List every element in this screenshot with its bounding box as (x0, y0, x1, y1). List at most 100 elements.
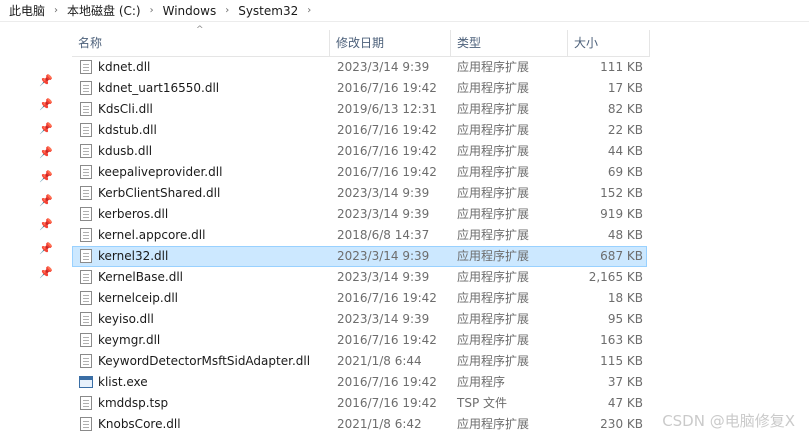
file-row[interactable]: KernelBase.dll 2023/3/14 9:39 应用程序扩展 2,165 … (72, 267, 647, 288)
dll-file-icon (80, 81, 92, 95)
file-size: 2,165 KB (588, 270, 643, 284)
file-row[interactable]: kdusb.dll 2016/7/16 19:42 应用程序扩展 44 KB (72, 141, 647, 162)
file-date: 2016/7/16 19:42 (337, 165, 437, 179)
file-name: kdnet_uart16550.dll (98, 81, 220, 95)
dll-file-icon (80, 354, 92, 368)
file-row[interactable]: keyiso.dll 2023/3/14 9:39 应用程序扩展 95 KB (72, 309, 647, 330)
dll-file-icon (80, 333, 92, 347)
dll-file-icon (80, 417, 92, 431)
file-size: 919 KB (600, 207, 643, 221)
file-date: 2023/3/14 9:39 (337, 60, 430, 74)
file-type: 应用程序扩展 (457, 354, 530, 368)
breadcrumb-system32[interactable]: System32 (235, 4, 301, 18)
column-header-type[interactable]: 类型 (451, 30, 567, 56)
file-name: KerbClientShared.dll (98, 186, 221, 200)
file-type: 应用程序扩展 (457, 228, 530, 242)
file-date: 2023/3/14 9:39 (337, 249, 430, 263)
pin-icon: 📌 (39, 122, 53, 135)
file-date: 2016/7/16 19:42 (337, 144, 437, 158)
file-date: 2023/3/14 9:39 (337, 312, 430, 326)
chevron-right-icon[interactable]: › (301, 5, 317, 16)
file-row-selected[interactable]: kernel32.dll 2023/3/14 9:39 应用程序扩展 687 KB (72, 246, 647, 267)
file-size: 687 KB (600, 249, 643, 263)
file-type: 应用程序扩展 (457, 312, 530, 326)
dll-file-icon (80, 207, 92, 221)
file-row[interactable]: kdnet.dll 2023/3/14 9:39 应用程序扩展 111 KB (72, 57, 647, 78)
file-row[interactable]: klist.exe 2016/7/16 19:42 应用程序 37 KB (72, 372, 647, 393)
file-size: 22 KB (607, 123, 643, 137)
file-row[interactable]: kernel.appcore.dll 2018/6/8 14:37 应用程序扩展 48… (72, 225, 647, 246)
tsp-file-icon (80, 396, 92, 410)
file-row[interactable]: KnobsCore.dll 2021/1/8 6:42 应用程序扩展 230 KB (72, 414, 647, 435)
file-name: KdsCli.dll (98, 102, 153, 116)
file-date: 2018/6/8 14:37 (337, 228, 430, 242)
pin-icon: 📌 (39, 98, 53, 111)
file-row[interactable]: KdsCli.dll 2019/6/13 12:31 应用程序扩展 82 KB (72, 99, 647, 120)
dll-file-icon (80, 165, 92, 179)
pin-icon: 📌 (39, 146, 53, 159)
column-header-date[interactable]: 修改日期 (330, 30, 450, 56)
chevron-right-icon[interactable]: › (48, 5, 64, 16)
file-size: 152 KB (600, 186, 643, 200)
file-type: 应用程序扩展 (457, 417, 530, 431)
dll-file-icon (80, 102, 92, 116)
file-size: 17 KB (607, 81, 643, 95)
file-row[interactable]: kmddsp.tsp 2016/7/16 19:42 TSP 文件 47 KB (72, 393, 647, 414)
file-type: 应用程序扩展 (457, 291, 530, 305)
column-divider[interactable] (649, 30, 650, 56)
file-type: 应用程序扩展 (457, 186, 530, 200)
dll-file-icon (80, 249, 92, 263)
file-row[interactable]: keymgr.dll 2016/7/16 19:42 应用程序扩展 163 KB (72, 330, 647, 351)
file-row[interactable]: KerbClientShared.dll 2023/3/14 9:39 应用程序扩展… (72, 183, 647, 204)
file-type: 应用程序扩展 (457, 207, 530, 221)
file-date: 2016/7/16 19:42 (337, 375, 437, 389)
file-name: kerberos.dll (98, 207, 169, 221)
chevron-right-icon[interactable]: › (219, 5, 235, 16)
file-date: 2016/7/16 19:42 (337, 81, 437, 95)
file-row[interactable]: kdnet_uart16550.dll 2016/7/16 19:42 应用程序扩展… (72, 78, 647, 99)
file-name: kdstub.dll (98, 123, 157, 137)
pin-icon: 📌 (39, 74, 53, 87)
file-name: KernelBase.dll (98, 270, 184, 284)
exe-file-icon (79, 376, 93, 388)
file-name: keepaliveprovider.dll (98, 165, 223, 179)
file-size: 82 KB (607, 102, 643, 116)
file-size: 95 KB (607, 312, 643, 326)
file-size: 37 KB (607, 375, 643, 389)
file-date: 2016/7/16 19:42 (337, 291, 437, 305)
breadcrumb: 此电脑 › 本地磁盘 (C:) › Windows › System32 › (0, 0, 809, 22)
file-type: 应用程序扩展 (457, 60, 530, 74)
file-name: KnobsCore.dll (98, 417, 181, 431)
file-row[interactable]: keepaliveprovider.dll 2016/7/16 19:42 应用程序… (72, 162, 647, 183)
dll-file-icon (80, 228, 92, 242)
file-date: 2021/1/8 6:44 (337, 354, 422, 368)
breadcrumb-local-disk[interactable]: 本地磁盘 (C:) (64, 2, 144, 19)
breadcrumb-this-pc[interactable]: 此电脑 (6, 2, 48, 19)
file-type: TSP 文件 (457, 396, 507, 410)
file-row[interactable]: kerberos.dll 2023/3/14 9:39 应用程序扩展 919 KB (72, 204, 647, 225)
file-name: keyiso.dll (98, 312, 154, 326)
file-row[interactable]: KeywordDetectorMsftSidAdapter.dll 2021/1/… (72, 351, 647, 372)
file-type: 应用程序扩展 (457, 333, 530, 347)
file-size: 69 KB (607, 165, 643, 179)
file-type: 应用程序扩展 (457, 123, 530, 137)
breadcrumb-windows[interactable]: Windows (160, 4, 220, 18)
file-type: 应用程序扩展 (457, 81, 530, 95)
file-type: 应用程序扩展 (457, 249, 530, 263)
file-name: kernelceip.dll (98, 291, 178, 305)
pin-icon: 📌 (39, 194, 53, 207)
file-type: 应用程序扩展 (457, 144, 530, 158)
file-date: 2023/3/14 9:39 (337, 270, 430, 284)
file-row[interactable]: kdstub.dll 2016/7/16 19:42 应用程序扩展 22 KB (72, 120, 647, 141)
file-name: kmddsp.tsp (98, 396, 169, 410)
file-date: 2023/3/14 9:39 (337, 207, 430, 221)
column-header-size[interactable]: 大小 (568, 30, 648, 56)
file-row[interactable]: kernelceip.dll 2016/7/16 19:42 应用程序扩展 18 KB (72, 288, 647, 309)
column-header-name[interactable]: 名称 (72, 30, 329, 56)
dll-file-icon (80, 270, 92, 284)
watermark: CSDN @电脑修复X (662, 412, 795, 430)
chevron-right-icon[interactable]: › (144, 5, 160, 16)
file-name: kernel32.dll (98, 249, 169, 263)
pin-icon: 📌 (39, 242, 53, 255)
file-name: kernel.appcore.dll (98, 228, 206, 242)
